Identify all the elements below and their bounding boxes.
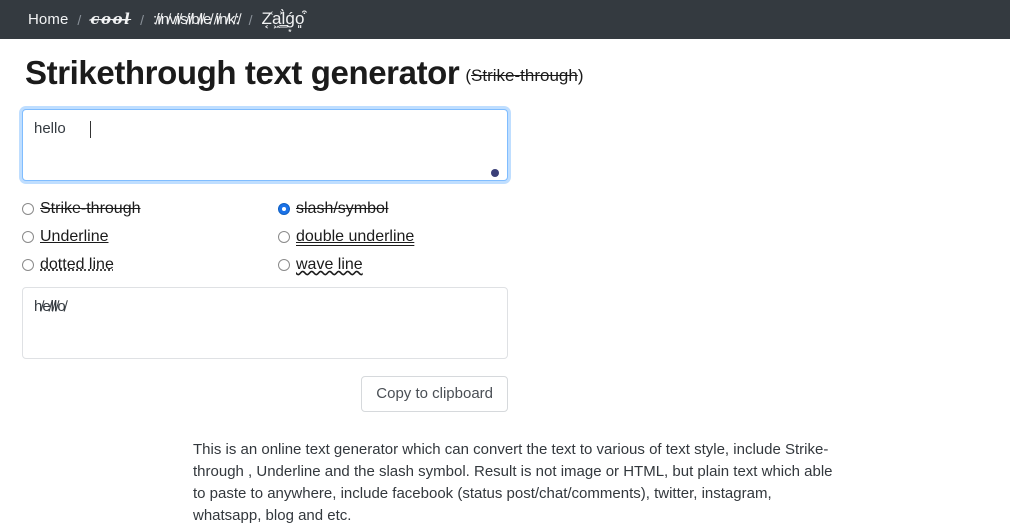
description-paragraph: This is an online text generator which c…	[193, 441, 833, 524]
radio-double-underline[interactable]	[278, 231, 290, 243]
option-underline[interactable]: Underline	[22, 223, 278, 251]
input-textarea-wrapper	[22, 109, 508, 186]
option-label-underline: Underline	[40, 228, 109, 245]
nav-separator-1: /	[77, 11, 82, 28]
nav-item-zalgo[interactable]: Z͔͑a͖͐l͇̀ǵ͙o͈͒	[261, 10, 304, 29]
page-content: Strikethrough text generator (Strike-thro…	[0, 39, 1024, 527]
suffix-struck-text: Strike-through	[471, 66, 578, 85]
option-double-underline[interactable]: double underline	[278, 223, 508, 251]
breadcrumb: Home / c̶o̶o̶l̶ / :̸i̸n̸v̸i̸s̸i̸b̸l̸e̸ ̸…	[28, 10, 305, 29]
page-title-suffix: (Strike-through)	[465, 66, 583, 85]
option-dotted-line[interactable]: dotted line	[22, 251, 278, 279]
radio-underline[interactable]	[22, 231, 34, 243]
nav-link-invisible-ink[interactable]: :̸i̸n̸v̸i̸s̸i̸b̸l̸e̸ ̸i̸n̸k̸:̸	[153, 11, 240, 29]
suffix-close-paren: )	[577, 66, 584, 85]
option-strike-through[interactable]: Strike-through	[22, 195, 278, 223]
text-cursor	[90, 121, 91, 138]
nav-link-zalgo[interactable]: Z͔͑a͖͐l͇̀ǵ͙o͈͒	[261, 10, 304, 28]
option-wave-line[interactable]: wave line	[278, 251, 508, 279]
main-navbar: Home / c̶o̶o̶l̶ / :̸i̸n̸v̸i̸s̸i̸b̸l̸e̸ ̸…	[0, 0, 1010, 39]
option-label-dotted-line: dotted line	[40, 256, 114, 273]
resize-handle-dot[interactable]	[491, 169, 499, 177]
radio-strike-through[interactable]	[22, 203, 34, 215]
nav-separator-2: /	[140, 11, 145, 28]
style-options-group: Strike-through slash/symbol Underline do…	[22, 195, 508, 279]
button-row: Copy to clipboard	[0, 376, 508, 412]
result-text-output[interactable]	[22, 287, 508, 359]
nav-link-cool[interactable]: c̶o̶o̶l̶	[90, 10, 131, 28]
radio-wave-line[interactable]	[278, 259, 290, 271]
option-label-double-underline: double underline	[296, 228, 415, 245]
page-title: Strikethrough text generator (Strike-thro…	[0, 39, 1024, 96]
radio-dotted-line[interactable]	[22, 259, 34, 271]
output-textarea-wrapper	[22, 287, 508, 364]
option-label-strike-through: Strike-through	[40, 200, 141, 217]
nav-link-home[interactable]: Home	[28, 11, 68, 29]
nav-separator-3: /	[248, 11, 253, 28]
copy-to-clipboard-button[interactable]: Copy to clipboard	[361, 376, 508, 412]
option-label-wave-line: wave line	[296, 256, 363, 273]
nav-item-invisible-ink[interactable]: :̸i̸n̸v̸i̸s̸i̸b̸l̸e̸ ̸i̸n̸k̸:̸	[153, 11, 240, 29]
radio-slash-symbol[interactable]	[278, 203, 290, 215]
option-label-slash-symbol: slash/symbol	[296, 200, 389, 217]
option-slash-symbol[interactable]: slash/symbol	[278, 195, 508, 223]
nav-item-home[interactable]: Home	[28, 11, 68, 29]
page-title-text: Strikethrough text generator	[25, 54, 460, 91]
nav-item-cool[interactable]: c̶o̶o̶l̶	[90, 10, 131, 29]
source-text-input[interactable]	[22, 109, 508, 181]
